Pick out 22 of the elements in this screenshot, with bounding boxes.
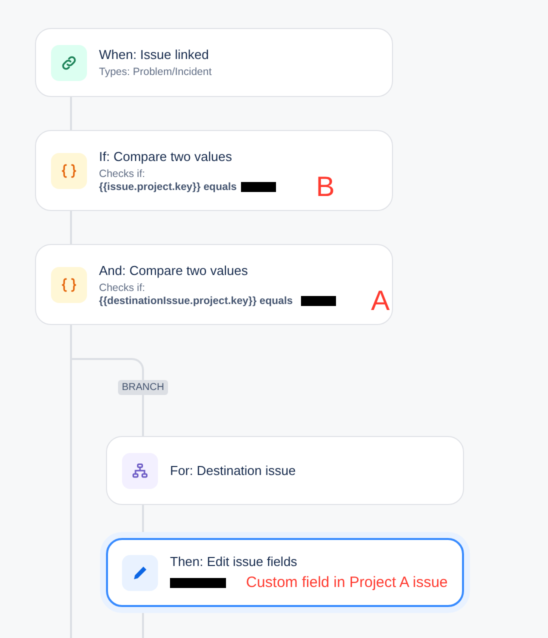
step-card[interactable]: If: Compare two values Checks if: {{issue.project.key}} equals B: [35, 130, 393, 211]
step-subtitle: Types: Problem/Incident: [99, 66, 212, 78]
link-icon: [60, 54, 78, 72]
step-card[interactable]: And: Compare two values Checks if: {{destinationIssue.project.key}} equals A: [35, 244, 393, 325]
step-title: Then: Edit issue fields: [170, 554, 298, 569]
step-subtitle: Checks if:: [99, 282, 146, 294]
step-title: For: Destination issue: [170, 463, 296, 478]
braces-icon: [60, 162, 78, 180]
braces-icon: [60, 276, 78, 294]
hierarchy-icon: [131, 462, 149, 480]
annotation-text: Custom field in Project A issue: [246, 574, 448, 591]
condition-expression: {{issue.project.key}} equals: [99, 180, 237, 192]
step-title: And: Compare two values: [99, 262, 249, 278]
step-card[interactable]: When: Issue linked Types: Problem/Incident: [35, 28, 393, 97]
annotation-letter: B: [316, 173, 335, 201]
branch-label: BRANCH: [118, 380, 168, 394]
condition-expression: {{destinationIssue.project.key}} equals: [99, 294, 293, 306]
step-card[interactable]: For: Destination issue: [106, 436, 464, 505]
step-title: When: Issue linked: [99, 47, 210, 62]
step-title: If: Compare two values: [99, 148, 233, 164]
annotation-letter: A: [371, 287, 390, 315]
step-subtitle: Checks if:: [99, 168, 146, 180]
